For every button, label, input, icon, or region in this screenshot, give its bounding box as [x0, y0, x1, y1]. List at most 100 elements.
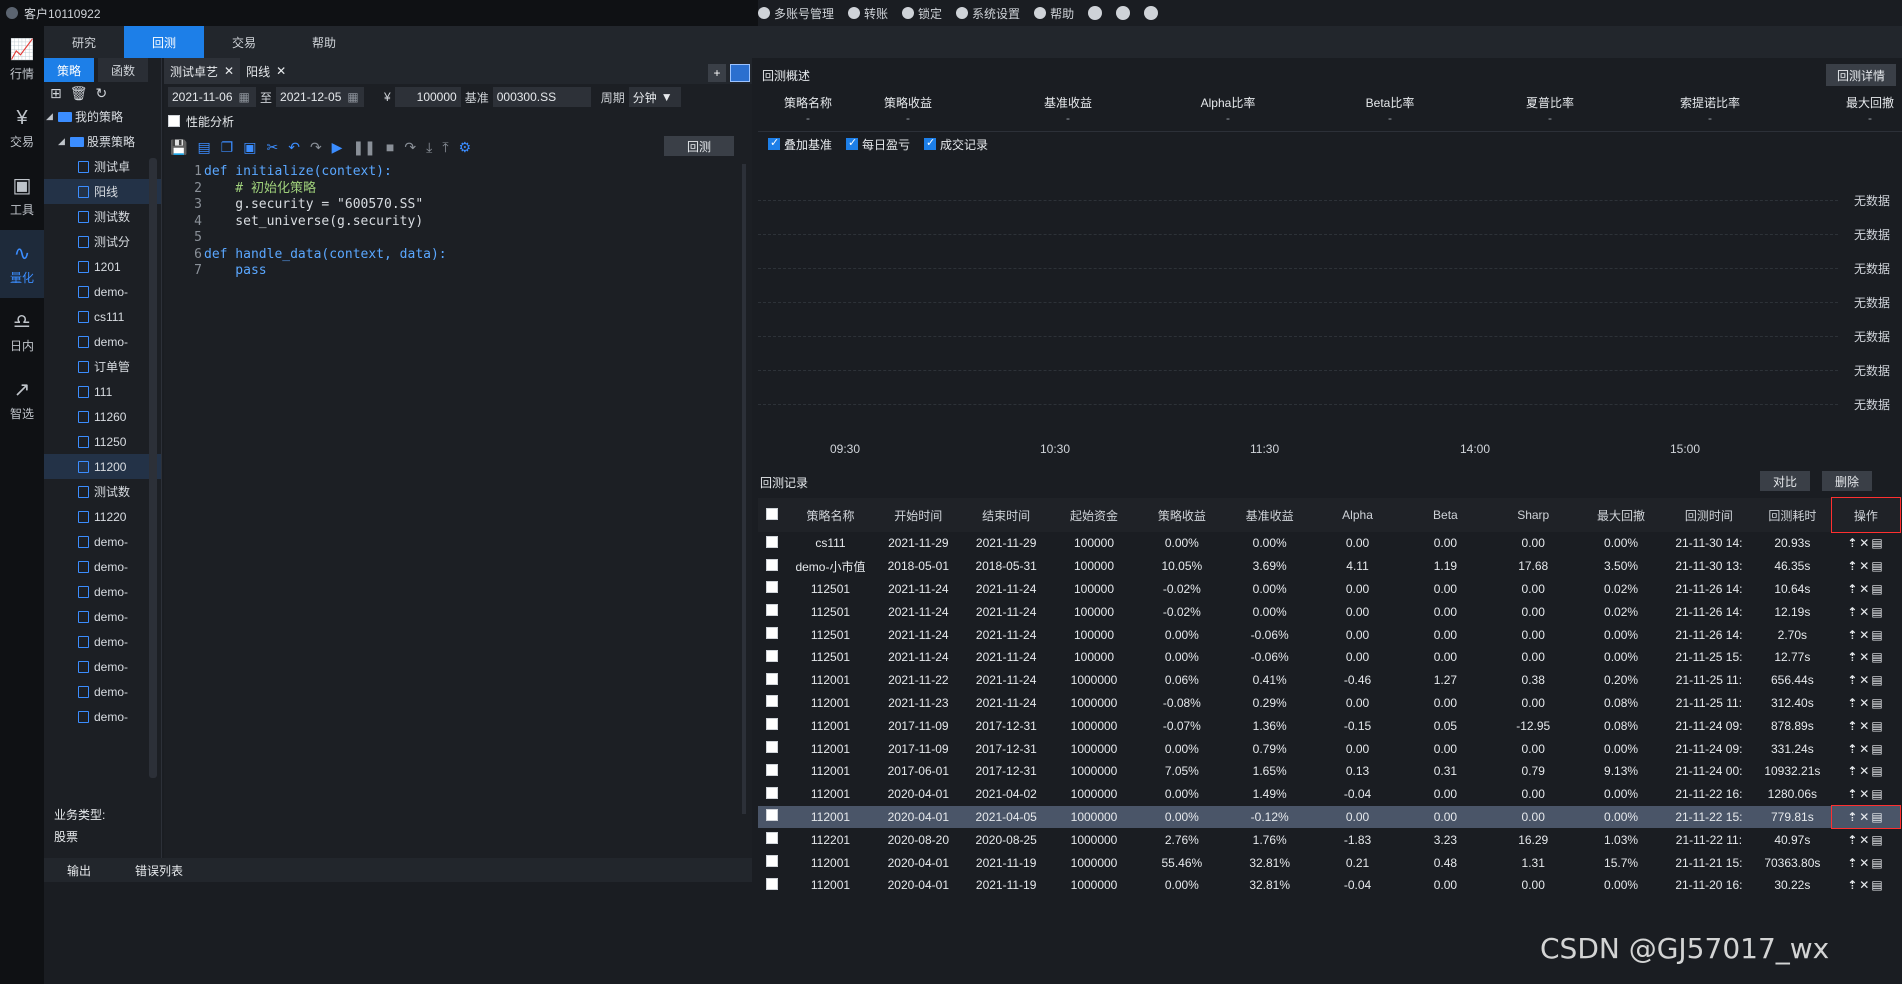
tab-backtest[interactable]: 回测: [124, 26, 204, 58]
copy-icon[interactable]: ❐: [221, 139, 234, 156]
row-actions[interactable]: ⇡✕▤: [1832, 623, 1900, 646]
column-header[interactable]: 回测耗时: [1752, 498, 1832, 532]
row-checkbox[interactable]: [766, 855, 779, 868]
step-out-icon[interactable]: ⤒: [442, 139, 448, 156]
trash-icon[interactable]: 🗑: [70, 85, 88, 102]
row-checkbox[interactable]: [766, 763, 779, 776]
row-checkbox[interactable]: [766, 672, 779, 685]
table-row[interactable]: cs111 2021-11-29 2021-11-29 100000 0.00% 0.00…: [758, 532, 1900, 555]
step-over-icon[interactable]: ↷: [404, 139, 416, 156]
nav-intraday[interactable]: ♎ 日内: [0, 298, 44, 366]
checkbox[interactable]: [924, 136, 937, 150]
lock-button[interactable]: 锁定: [902, 5, 942, 22]
tree-file[interactable]: 测试分: [44, 229, 161, 254]
tree-file[interactable]: 11260: [44, 404, 161, 429]
tree-file[interactable]: 111: [44, 379, 161, 404]
tree-file[interactable]: demo-: [44, 654, 161, 679]
tree-file[interactable]: demo-: [44, 604, 161, 629]
table-row[interactable]: 112001 2020-04-01 2021-11-19 1000000 0.00% 32…: [758, 874, 1900, 897]
capital-input[interactable]: 100000: [394, 87, 461, 107]
tree-file[interactable]: demo-: [44, 554, 161, 579]
tree-file[interactable]: demo-: [44, 279, 161, 304]
tab-help[interactable]: 帮助: [284, 26, 364, 58]
column-header[interactable]: 最大回撤: [1577, 498, 1665, 532]
perf-analysis-toggle[interactable]: 性能分析: [164, 110, 752, 132]
delete-button[interactable]: 删除: [1822, 471, 1872, 491]
row-checkbox[interactable]: [766, 649, 779, 662]
restore-icon[interactable]: [1116, 6, 1131, 20]
run-icon[interactable]: ▶: [332, 139, 343, 156]
row-checkbox[interactable]: [766, 627, 779, 640]
tree-file[interactable]: 订单管: [44, 354, 161, 379]
compare-button[interactable]: 对比: [1760, 471, 1810, 491]
row-checkbox[interactable]: [766, 581, 779, 594]
row-actions[interactable]: ⇡✕▤: [1832, 737, 1900, 760]
save-icon[interactable]: 💾: [170, 139, 187, 156]
tab-research[interactable]: 研究: [44, 26, 124, 58]
row-checkbox[interactable]: [766, 695, 779, 708]
editor-scrollbar[interactable]: [742, 164, 746, 814]
new-tab-button[interactable]: +: [708, 64, 726, 82]
period-select[interactable]: 分钟 ▼: [628, 87, 681, 107]
tab-functions[interactable]: 函数: [98, 58, 148, 82]
row-checkbox[interactable]: [766, 741, 779, 754]
checkbox[interactable]: [168, 115, 180, 127]
nav-trade[interactable]: ¥ 交易: [0, 94, 44, 162]
row-actions[interactable]: ⇡✕▤: [1832, 555, 1900, 578]
table-row[interactable]: demo-小市值 2018-05-01 2018-05-31 100000 10.05%…: [758, 555, 1900, 578]
row-actions[interactable]: ⇡✕▤: [1832, 714, 1900, 737]
column-header[interactable]: 操作: [1830, 497, 1902, 533]
table-row[interactable]: 112001 2021-11-22 2021-11-24 1000000 0.06% 0.…: [758, 669, 1900, 692]
tree-file[interactable]: 11220: [44, 504, 161, 529]
paste-icon[interactable]: ▣: [243, 139, 256, 156]
tree-root[interactable]: ◢ 我的策略: [44, 104, 161, 129]
row-actions[interactable]: ⇡✕▤: [1832, 828, 1900, 851]
table-row[interactable]: 112001 2017-11-09 2017-12-31 1000000 0.00% 0.…: [758, 737, 1900, 760]
column-header[interactable]: 结束时间: [962, 498, 1051, 532]
option-trade-records[interactable]: 成交记录: [924, 136, 988, 153]
row-checkbox[interactable]: [766, 718, 779, 731]
tree-file[interactable]: 测试卓: [44, 154, 161, 179]
table-row[interactable]: 112501 2021-11-24 2021-11-24 100000 0.00% -0.…: [758, 623, 1900, 646]
table-row[interactable]: 112001 2021-11-23 2021-11-24 1000000 -0.08% 0…: [758, 692, 1900, 715]
column-header[interactable]: 回测时间: [1664, 498, 1753, 532]
transfer-button[interactable]: 转账: [848, 5, 888, 22]
tree-file[interactable]: demo-: [44, 704, 161, 729]
row-actions[interactable]: ⇡✕▤: [1832, 874, 1900, 897]
tree-file[interactable]: 11250: [44, 429, 161, 454]
add-icon[interactable]: ⊞: [50, 85, 62, 102]
code-area[interactable]: 1 2 3 4 5 6 7 def initialize(context): #…: [164, 164, 752, 824]
row-actions[interactable]: ⇡✕▤: [1832, 669, 1900, 692]
row-actions[interactable]: ⇡✕▤: [1832, 783, 1900, 806]
nav-tools[interactable]: ▣ 工具: [0, 162, 44, 230]
checkbox[interactable]: [846, 136, 859, 150]
redo-icon[interactable]: ↷: [310, 139, 322, 156]
editor-tab[interactable]: 测试卓艺 ✕: [164, 58, 241, 84]
column-header[interactable]: 开始时间: [874, 498, 963, 532]
refresh-icon[interactable]: ↻: [96, 85, 108, 102]
tree-file[interactable]: demo-: [44, 679, 161, 704]
table-row[interactable]: 112001 2017-11-09 2017-12-31 1000000 -0.07% 1…: [758, 714, 1900, 737]
row-actions[interactable]: ⇡✕▤: [1832, 532, 1900, 555]
column-header[interactable]: Beta: [1401, 498, 1490, 532]
checkbox[interactable]: [768, 136, 780, 150]
column-header[interactable]: 起始资金: [1050, 498, 1138, 532]
undo-icon[interactable]: ↶: [288, 139, 300, 156]
row-actions[interactable]: ⇡✕▤: [1832, 760, 1900, 783]
step-into-icon[interactable]: ⤓: [426, 139, 432, 156]
tab-error-list[interactable]: 错误列表: [114, 858, 204, 882]
table-row[interactable]: 112001 2020-04-01 2021-11-19 1000000 55.46% 3…: [758, 851, 1900, 874]
tab-strategy[interactable]: 策略: [44, 58, 94, 82]
image-icon[interactable]: [730, 64, 750, 82]
row-checkbox[interactable]: [766, 558, 779, 571]
tree-file[interactable]: 1201: [44, 254, 161, 279]
table-row[interactable]: 112501 2021-11-24 2021-11-24 100000 0.00% -0.…: [758, 646, 1900, 669]
cut-icon[interactable]: ✂: [266, 139, 278, 156]
row-actions[interactable]: ⇡✕▤: [1832, 646, 1900, 669]
tab-output[interactable]: 输出: [44, 858, 114, 882]
column-header[interactable]: Alpha: [1313, 498, 1402, 532]
tree-file[interactable]: demo-: [44, 579, 161, 604]
table-row[interactable]: 112201 2020-08-20 2020-08-25 1000000 2.76% 1.…: [758, 828, 1900, 851]
column-header[interactable]: Sharp: [1489, 498, 1578, 532]
option-overlay-benchmark[interactable]: 叠加基准: [768, 136, 832, 153]
